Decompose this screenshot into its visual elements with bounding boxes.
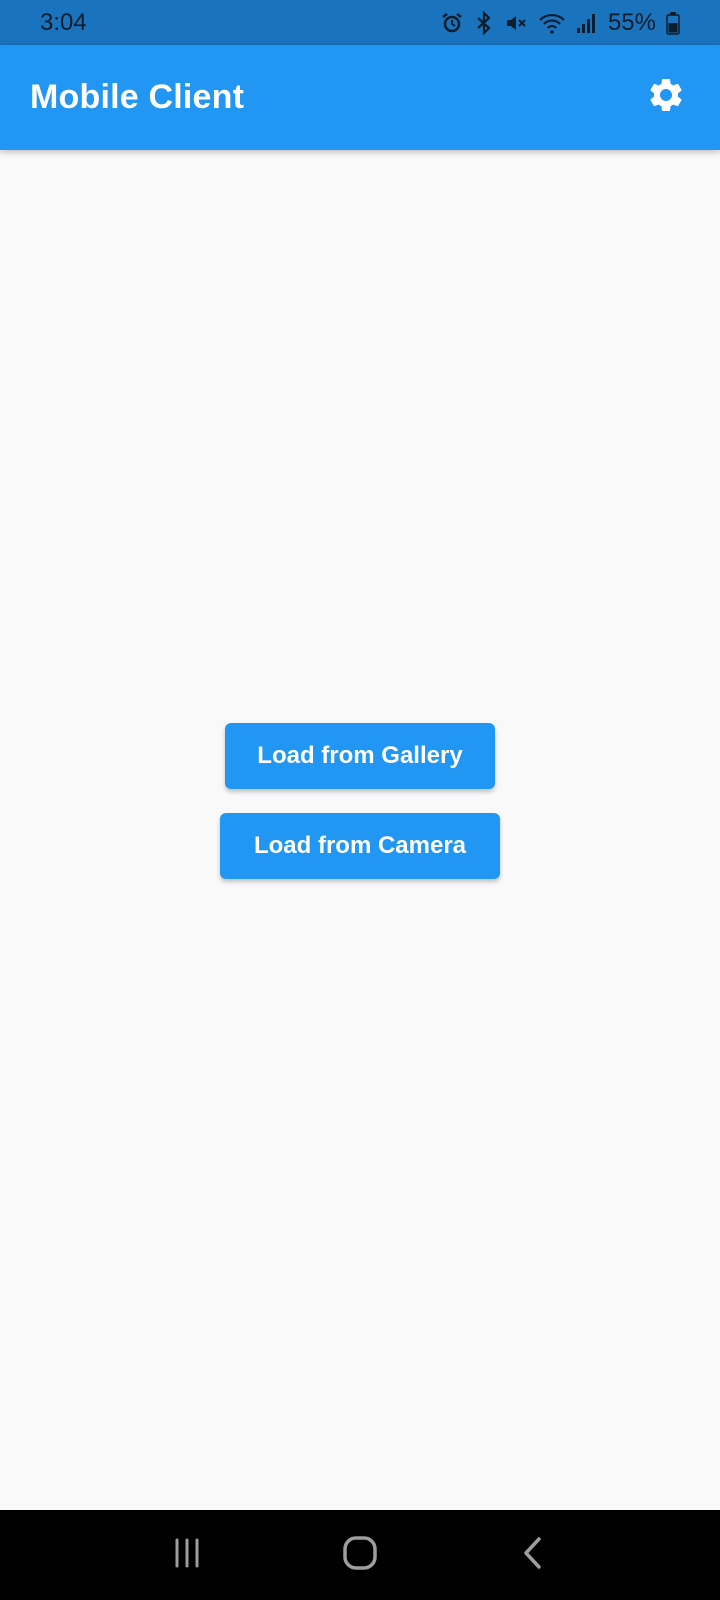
battery-icon [666,11,680,35]
settings-button[interactable] [642,74,690,122]
back-icon [518,1534,548,1577]
battery-percent: 55% [607,8,656,36]
load-from-gallery-button[interactable]: Load from Gallery [225,723,495,789]
home-button[interactable] [330,1525,390,1585]
alarm-icon [440,11,464,35]
status-icons: 55% [440,9,680,37]
wifi-icon [538,11,566,35]
gear-icon [646,75,686,120]
back-button[interactable] [503,1525,563,1585]
system-nav-bar [0,1510,720,1600]
home-icon [341,1534,379,1577]
signal-icon [576,11,596,35]
app-title: Mobile Client [30,78,245,116]
main-content: Load from Gallery Load from Camera [0,150,720,1510]
status-bar: 3:04 55% [0,0,720,45]
mute-icon [504,11,528,35]
status-time: 3:04 [40,8,87,36]
load-from-camera-button[interactable]: Load from Camera [220,813,500,879]
app-bar: Mobile Client [0,45,720,150]
recent-apps-button[interactable] [157,1525,217,1585]
bluetooth-icon [474,10,494,35]
recent-apps-icon [170,1536,204,1575]
